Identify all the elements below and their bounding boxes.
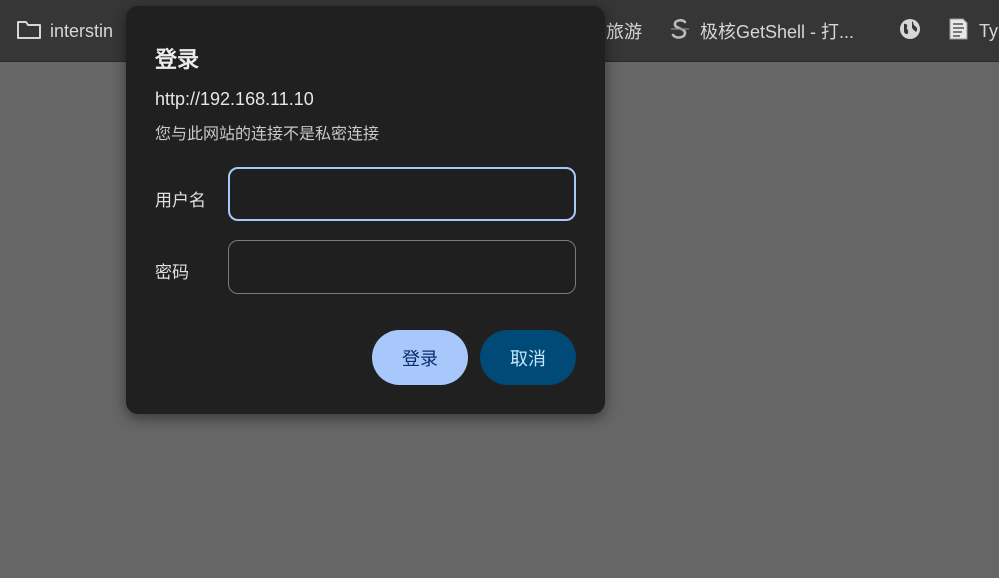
login-button[interactable]: 登录	[372, 330, 468, 385]
bookmark-getshell-label: 极核GetShell - 打...	[700, 22, 855, 42]
globe-icon	[898, 17, 922, 46]
username-label: 用户名	[155, 191, 206, 210]
bookmark-globe[interactable]	[898, 0, 922, 62]
bookmark-ty-label: Ty	[979, 20, 999, 41]
page-favicon-icon	[945, 16, 971, 47]
login-dialog: 登录 http://192.168.11.10 您与此网站的连接不是私密连接 用…	[126, 6, 605, 414]
bookmark-travel-label: 旅游	[606, 22, 642, 42]
bookmark-travel[interactable]: 旅游	[606, 0, 642, 62]
bookmark-folder[interactable]: interstin	[16, 0, 113, 62]
password-input[interactable]	[228, 240, 576, 294]
password-label: 密码	[155, 263, 189, 282]
bookmark-folder-label: interstin	[50, 20, 114, 41]
cancel-button[interactable]: 取消	[480, 330, 576, 385]
connection-warning: 您与此网站的连接不是私密连接	[155, 126, 380, 143]
bookmark-getshell[interactable]: 极核GetShell - 打...	[668, 0, 854, 62]
getshell-logo-icon	[668, 17, 692, 46]
bookmark-ty[interactable]: Ty	[945, 0, 998, 62]
site-url: http://192.168.11.10	[155, 89, 314, 109]
folder-icon	[16, 18, 42, 45]
username-input[interactable]	[228, 167, 576, 221]
dialog-title: 登录	[155, 47, 200, 72]
